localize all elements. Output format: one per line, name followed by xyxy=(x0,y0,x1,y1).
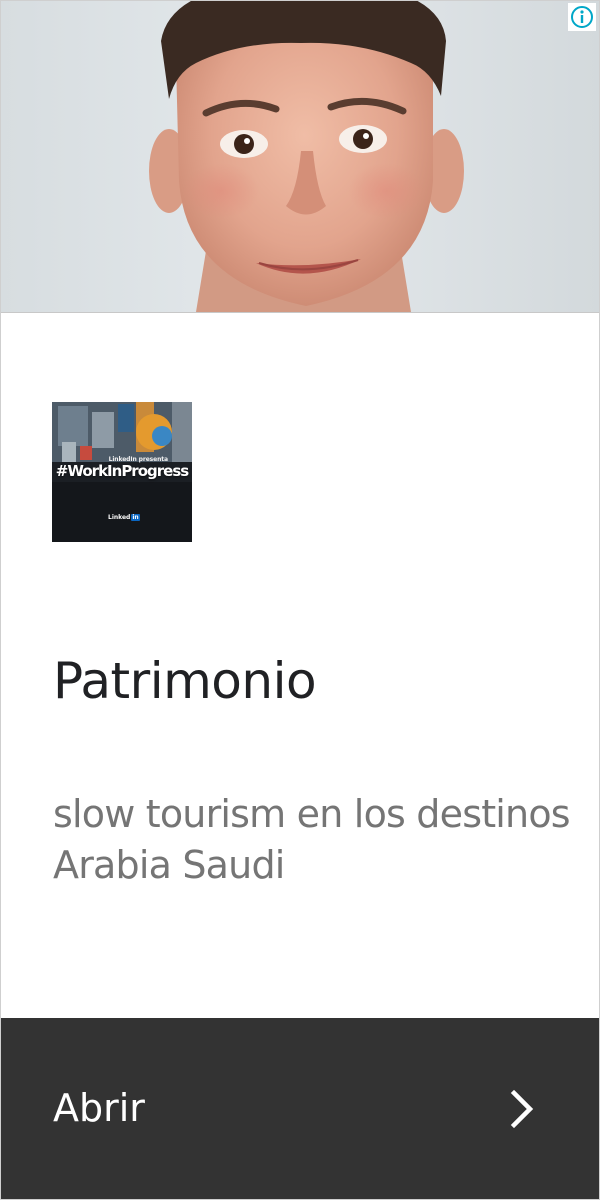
thumbnail-brand-logo: Linked in xyxy=(108,514,140,521)
brand-badge: in xyxy=(131,514,140,521)
ad-card[interactable]: LinkedIn presenta #WorkInProgress Linked… xyxy=(0,0,600,1200)
portrait-illustration xyxy=(149,1,464,312)
open-button[interactable]: Abrir xyxy=(1,1018,599,1199)
open-button-label: Abrir xyxy=(53,1086,145,1130)
info-icon[interactable] xyxy=(568,3,596,31)
ad-headline[interactable]: Patrimonio xyxy=(53,641,573,721)
chevron-right-icon xyxy=(510,1089,534,1129)
brand-name: Linked xyxy=(108,514,131,521)
thumbnail-hashtag: #WorkInProgress xyxy=(55,462,189,480)
ad-description[interactable]: slow tourism en los destinos Arabia Saud… xyxy=(53,789,573,891)
info-icon-glyph xyxy=(571,6,593,28)
advertiser-logo-thumbnail[interactable]: LinkedIn presenta #WorkInProgress Linked… xyxy=(52,402,192,542)
hero-image[interactable] xyxy=(1,1,599,313)
